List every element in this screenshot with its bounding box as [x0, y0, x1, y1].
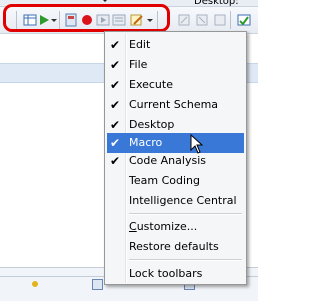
menu-item-lock-toolbars[interactable]: Lock toolbars	[107, 264, 244, 284]
check-icon: ✔	[110, 38, 121, 52]
check-icon: ✔	[110, 58, 121, 72]
menu-separator	[129, 259, 242, 261]
run-icon[interactable]	[36, 12, 52, 28]
menu-item-macro[interactable]: ✔ Macro	[107, 133, 244, 153]
menu-item-label: Desktop	[129, 118, 175, 131]
edit-macro-dropdown-icon[interactable]	[147, 19, 153, 22]
unlock-icon[interactable]	[194, 12, 210, 28]
menu-item-label: Macro	[129, 136, 163, 149]
toolbar-separator	[157, 11, 158, 29]
menu-item-label: Lock toolbars	[129, 267, 203, 280]
menu-item-label: Restore defaults	[129, 240, 219, 253]
run-dropdown-icon[interactable]	[51, 19, 57, 22]
menu-item-label: Intelligence Central	[129, 194, 237, 207]
lock-icon[interactable]	[176, 12, 192, 28]
toolbar-separator	[230, 11, 231, 29]
panel-icon[interactable]	[92, 279, 103, 290]
play-macro-icon[interactable]	[95, 12, 111, 28]
grid-view-icon[interactable]	[212, 12, 228, 28]
spellcheck-icon[interactable]	[236, 12, 252, 28]
menu-item-file[interactable]: ✔ File	[107, 55, 244, 75]
check-icon: ✔	[110, 118, 121, 132]
toolbar-separator	[16, 11, 17, 29]
menu-item-customize[interactable]: Customize...	[107, 217, 244, 237]
selected-row-edge	[247, 63, 258, 83]
menu-item-label: Edit	[129, 38, 151, 51]
menu-item-label: Customize...	[129, 220, 198, 233]
menu-item-code-analysis[interactable]: ✔ Code Analysis	[107, 151, 244, 171]
menu-item-edit[interactable]: ✔ Edit	[107, 35, 244, 55]
check-icon: ✔	[110, 154, 121, 168]
toolbar-separator	[59, 11, 60, 29]
check-icon: ✔	[110, 136, 121, 150]
mouse-cursor-icon	[190, 134, 204, 154]
chevron-down-icon[interactable]	[101, 0, 109, 2]
properties-icon[interactable]	[63, 12, 79, 28]
menu-item-intelligence-central[interactable]: Intelligence Central	[107, 191, 244, 211]
selected-row[interactable]	[0, 63, 105, 83]
menu-item-label: Current Schema	[129, 98, 219, 111]
menu-item-label: Code Analysis	[129, 154, 206, 167]
edit-macro-icon[interactable]	[129, 12, 145, 28]
menu-item-desktop[interactable]: ✔ Desktop	[107, 115, 244, 135]
status-dot-icon	[32, 281, 38, 287]
check-icon: ✔	[110, 98, 121, 112]
top-strip: Desktop: SQL	[0, 0, 258, 18]
toolbar-context-menu: ✔ Edit ✔ File ✔ Execute ✔ Current Schema…	[104, 31, 247, 285]
menu-item-restore-defaults[interactable]: Restore defaults	[107, 237, 244, 257]
menu-separator	[129, 213, 242, 215]
menu-item-current-schema[interactable]: ✔ Current Schema	[107, 95, 244, 115]
menu-item-execute[interactable]: ✔ Execute	[107, 75, 244, 95]
menu-item-team-coding[interactable]: Team Coding	[107, 171, 244, 191]
check-icon: ✔	[110, 78, 121, 92]
macro-list-icon[interactable]	[111, 12, 127, 28]
menu-item-label: Team Coding	[129, 174, 200, 187]
menu-item-label: Execute	[129, 78, 173, 91]
record-macro-icon[interactable]	[79, 12, 95, 28]
menu-item-label: File	[129, 58, 148, 71]
toolbar	[0, 7, 258, 34]
